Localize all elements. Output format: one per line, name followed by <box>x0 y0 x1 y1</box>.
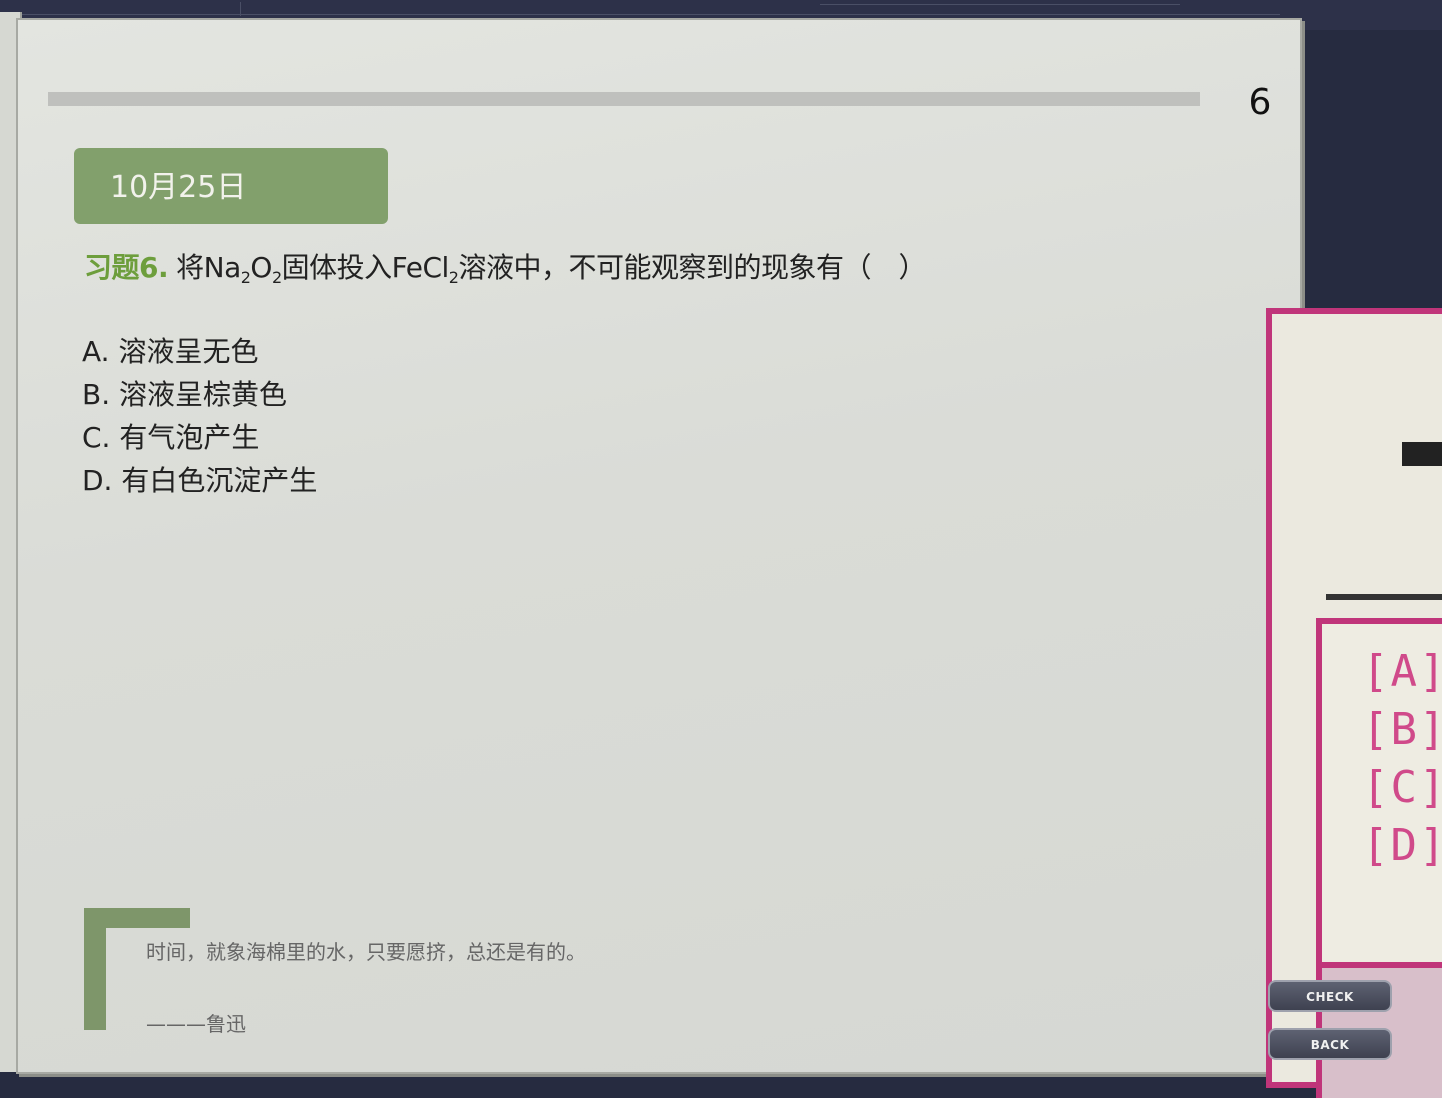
question-part: 将Na <box>176 251 241 284</box>
page-number: 6 <box>1248 82 1272 123</box>
option-c: C. 有气泡产生 <box>82 421 260 454</box>
quote-text: 时间，就象海棉里的水，只要愿挤，总还是有的。 <box>146 940 586 964</box>
question-part: 溶液中，不可能观察到的现象有（ ） <box>458 251 926 284</box>
option-a: A. 溶液呈无色 <box>82 335 259 368</box>
check-button[interactable]: CHECK <box>1268 980 1392 1012</box>
quote-author: ———鲁迅 <box>146 1012 246 1036</box>
option-b: B. 溶液呈棕黄色 <box>82 378 288 411</box>
question-part: 固体投入FeCl <box>281 251 450 284</box>
answer-option-a[interactable]: [A] <box>1362 646 1442 697</box>
option-d: D. 有白色沉淀产生 <box>82 464 318 497</box>
date-tag: 10月25日 <box>74 148 388 224</box>
answer-panel: [A] [B] [C] [D] <box>1266 308 1442 1098</box>
question-text: 习题6. 将Na2O2固体投入FeCl2溶液中，不可能观察到的现象有（ ） <box>84 246 1204 286</box>
answer-option-c[interactable]: [C] <box>1362 762 1442 813</box>
subscript: 2 <box>271 268 282 287</box>
answer-options-box: [A] [B] [C] [D] <box>1316 618 1442 968</box>
question-number: 习题6. <box>84 251 169 284</box>
question-part: O <box>250 251 272 284</box>
notebook-page: 6 10月25日 习题6. 将Na2O2固体投入FeCl2溶液中，不可能观察到的现… <box>16 18 1302 1074</box>
back-button[interactable]: BACK <box>1268 1028 1392 1060</box>
panel-dash <box>1402 442 1442 466</box>
option-list: A. 溶液呈无色 B. 溶液呈棕黄色 C. 有气泡产生 D. 有白色沉淀产生 <box>82 330 317 502</box>
panel-rule <box>1326 594 1442 600</box>
answer-option-d[interactable]: [D] <box>1362 820 1442 871</box>
subscript: 2 <box>240 268 251 287</box>
answer-option-b[interactable]: [B] <box>1362 704 1442 755</box>
header-rule <box>48 92 1200 106</box>
